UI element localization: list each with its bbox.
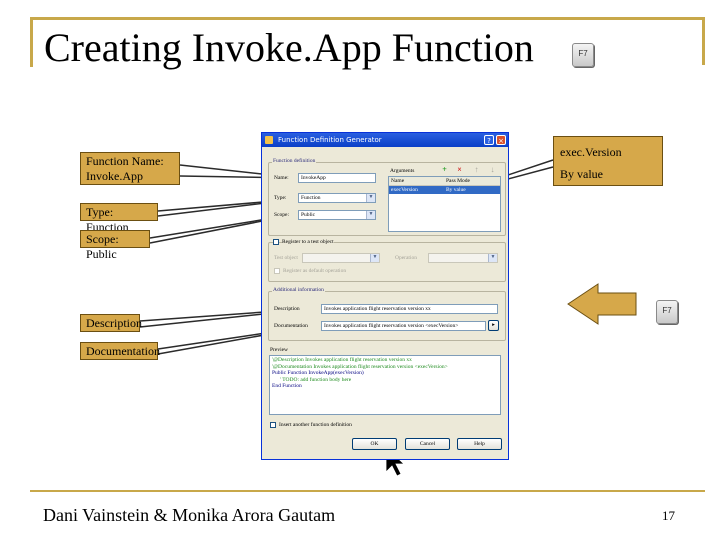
preview-pane: '@Description Invokes application flight…: [269, 355, 501, 415]
register-label: Register to a test object: [282, 239, 334, 245]
additional-info-group: [268, 291, 506, 341]
description-input[interactable]: Invokes application flight reservation v…: [321, 304, 498, 314]
chevron-down-icon: ▼: [366, 211, 375, 219]
callout-documentation: Documentation: [80, 342, 160, 360]
operation-label: Operation: [395, 255, 417, 261]
callout-type: Type: Function: [80, 203, 158, 234]
scope-select-value: Public: [301, 212, 316, 218]
operation-select[interactable]: ▼: [428, 253, 498, 263]
footer-divider: [30, 490, 705, 492]
documentation-label: Documentation: [274, 323, 308, 329]
insert-another-label: Insert another function definition: [279, 422, 352, 428]
ok-button[interactable]: OK: [352, 438, 397, 450]
documentation-input[interactable]: Invokes application flight reservation v…: [321, 321, 486, 331]
test-object-label: Test object: [274, 255, 298, 261]
dialog-titlebar[interactable]: Function Definition Generator ? ×: [262, 133, 508, 147]
scope-label: Scope:: [274, 212, 289, 218]
preview-line: End Function: [272, 383, 302, 389]
chevron-down-icon: ▼: [366, 194, 375, 202]
app-icon: [265, 136, 273, 144]
big-left-arrow: [567, 283, 637, 325]
arg-name-cell: execVersion: [391, 187, 418, 193]
footer-author: Dani Vainstein & Monika Arora Gautam: [43, 505, 336, 525]
move-up-icon[interactable]: ↑: [472, 165, 481, 174]
type-select-value: Function: [301, 195, 321, 201]
help-button[interactable]: Help: [457, 438, 502, 450]
function-name-input[interactable]: InvokeApp: [298, 173, 376, 183]
callout-description: Description: [80, 314, 142, 332]
chevron-down-icon: ▼: [488, 254, 497, 262]
callout-function-name: Function Name: Invoke.App: [80, 152, 180, 185]
arg-column-name: Name: [391, 178, 405, 184]
move-down-icon[interactable]: ↓: [488, 165, 497, 174]
description-label: Description: [274, 306, 300, 312]
test-object-select[interactable]: ▼: [302, 253, 380, 263]
arg-pass-mode-cell: By value: [446, 187, 466, 193]
callout-scope: Scope: Public: [80, 230, 150, 261]
preview-label: Preview: [270, 347, 289, 353]
insert-another-checkbox[interactable]: [270, 422, 276, 428]
register-checkbox[interactable]: [273, 239, 279, 245]
callout-function-name-line1: Function Name:: [86, 154, 164, 168]
arguments-header-row: Name Pass Mode: [389, 177, 500, 186]
table-row[interactable]: execVersion By value: [389, 186, 500, 194]
callout-argument: exec.Version By value: [553, 136, 663, 186]
arguments-table: Name Pass Mode execVersion By value: [388, 176, 501, 232]
name-label: Name:: [274, 175, 289, 181]
type-select[interactable]: Function ▼: [298, 193, 376, 203]
type-label: Type:: [274, 195, 287, 201]
delete-argument-icon[interactable]: ×: [455, 165, 464, 174]
documentation-picker-button[interactable]: ▸: [488, 320, 499, 331]
chevron-down-icon: ▼: [370, 254, 379, 262]
add-argument-icon[interactable]: +: [440, 165, 449, 174]
close-icon[interactable]: ×: [496, 135, 506, 145]
callout-argument-pass-mode: By value: [560, 167, 603, 181]
dialog-title: Function Definition Generator: [278, 136, 382, 144]
cancel-button[interactable]: Cancel: [405, 438, 450, 450]
register-default-checkbox[interactable]: [274, 268, 280, 274]
help-titlebar-icon[interactable]: ?: [484, 135, 494, 145]
callout-function-name-line2: Invoke.App: [86, 169, 143, 183]
additional-info-label: Additional information: [272, 287, 325, 293]
register-default-label: Register as default operation: [283, 268, 347, 274]
arguments-label: Arguments: [390, 168, 415, 174]
scope-select[interactable]: Public ▼: [298, 210, 376, 220]
function-definition-label: Function definition: [272, 158, 317, 164]
page-number: 17: [662, 508, 675, 523]
callout-argument-name: exec.Version: [560, 145, 622, 159]
arg-column-pass-mode: Pass Mode: [446, 178, 470, 184]
